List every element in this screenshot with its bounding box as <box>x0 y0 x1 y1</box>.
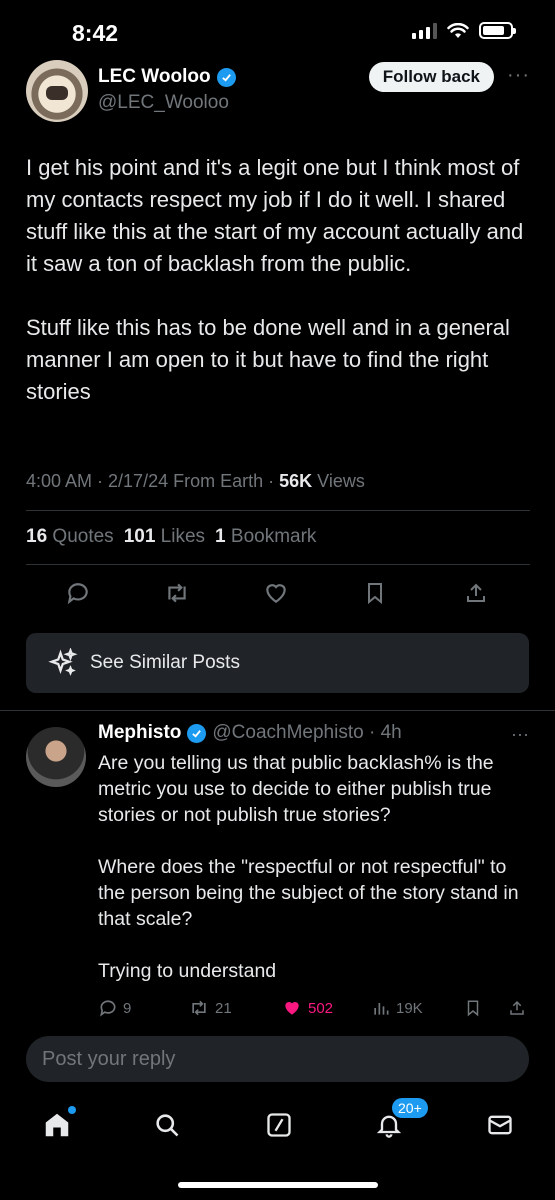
cellular-signal-icon <box>412 22 437 39</box>
nav-grok[interactable] <box>262 1108 296 1142</box>
like-heart-filled-icon <box>285 1002 299 1015</box>
see-similar-label: See Similar Posts <box>90 652 240 673</box>
reply-views-button[interactable]: 19K <box>371 998 423 1018</box>
reply-replies-count: 9 <box>123 999 132 1017</box>
bookmarks-stat[interactable]: 1 Bookmark <box>215 526 316 548</box>
share-icon[interactable] <box>508 998 526 1018</box>
bookmark-icon[interactable] <box>360 578 390 608</box>
tweet-action-bar <box>26 578 530 614</box>
tweet-text: I get his point and it's a legit one but… <box>26 152 526 408</box>
tweet-author-header: LEC Wooloo @LEC_Wooloo Follow back ··· <box>26 58 530 122</box>
reply-views-count: 19K <box>396 999 423 1017</box>
likes-stat[interactable]: 101 Likes <box>124 526 205 548</box>
views-label: Views <box>312 471 365 491</box>
views-chart-icon <box>374 1003 389 1015</box>
share-icon[interactable] <box>461 578 491 608</box>
follow-back-button[interactable]: Follow back <box>368 62 494 92</box>
nav-messages[interactable] <box>483 1108 517 1142</box>
like-heart-icon[interactable] <box>261 578 291 608</box>
verified-badge-icon <box>187 723 207 743</box>
home-icon <box>45 1113 69 1137</box>
status-icons <box>412 22 516 39</box>
bookmark-icon[interactable] <box>464 998 482 1018</box>
views-count: 56K <box>279 471 313 491</box>
verified-badge-icon <box>216 67 236 87</box>
reply-compose-input[interactable]: Post your reply <box>26 1036 529 1082</box>
status-bar: 8:42 <box>0 0 555 60</box>
repost-icon <box>192 1000 206 1016</box>
nav-home[interactable] <box>40 1106 76 1142</box>
mail-icon <box>488 1115 512 1135</box>
divider <box>26 510 530 511</box>
reply-more-options-icon[interactable]: ··· <box>511 724 529 745</box>
wifi-icon <box>447 22 469 38</box>
home-unread-dot <box>68 1106 76 1114</box>
sparkle-icon <box>48 648 78 676</box>
tweet-meta: 4:00 AM · 2/17/24 From Earth · 56K Views <box>26 471 365 492</box>
reply-author-name[interactable]: Mephisto <box>98 722 181 744</box>
author-name[interactable]: LEC Wooloo <box>98 66 211 88</box>
reply-paragraph: Trying to understand <box>98 960 277 982</box>
reply-like-button[interactable]: 502 <box>281 998 333 1018</box>
grok-icon <box>267 1113 291 1137</box>
more-options-icon[interactable]: ··· <box>507 64 530 87</box>
author-avatar[interactable] <box>26 60 88 122</box>
reply-reply-button[interactable]: 9 <box>98 998 131 1018</box>
reply-text: Are you telling us that public backlash%… <box>98 750 533 984</box>
repost-icon[interactable] <box>162 578 192 608</box>
reply-author-avatar[interactable] <box>26 727 86 787</box>
reply-paragraph: Are you telling us that public backlash%… <box>98 752 494 826</box>
reply-handle-time[interactable]: @CoachMephisto · 4h <box>212 722 401 744</box>
battery-icon <box>479 22 516 39</box>
nav-search[interactable] <box>150 1108 184 1142</box>
nav-notifications[interactable]: 20+ <box>372 1098 428 1142</box>
reply-repost-button[interactable]: 21 <box>188 998 232 1018</box>
tweet-paragraph: Stuff like this has to be done well and … <box>26 315 510 404</box>
notifications-badge: 20+ <box>392 1098 428 1118</box>
reply-reposts-count: 21 <box>215 999 232 1017</box>
quotes-stat[interactable]: 16 Quotes <box>26 526 114 548</box>
tweet-paragraph: I get his point and it's a legit one but… <box>26 155 524 276</box>
status-time: 8:42 <box>72 20 119 46</box>
author-name-row[interactable]: LEC Wooloo <box>98 66 236 88</box>
bottom-navigation: 20+ <box>0 1098 555 1160</box>
engagement-stats: 16 Quotes 101 Likes 1 Bookmark <box>26 526 316 548</box>
reply-placeholder: Post your reply <box>42 1047 176 1070</box>
see-similar-posts-button[interactable]: See Similar Posts <box>26 633 529 693</box>
home-indicator[interactable] <box>178 1182 378 1188</box>
author-handle[interactable]: @LEC_Wooloo <box>98 92 229 114</box>
reply-icon <box>100 1000 116 1017</box>
reply-header: Mephisto @CoachMephisto · 4h <box>98 722 402 744</box>
divider <box>26 564 530 565</box>
reply-icon[interactable] <box>63 578 93 608</box>
reply-paragraph: Where does the "respectful or not respec… <box>98 856 519 930</box>
reply-likes-count: 502 <box>308 999 334 1017</box>
search-icon <box>156 1114 179 1137</box>
reply-action-bar: 9 21 502 19K <box>98 998 528 1024</box>
tweet-timestamp[interactable]: 4:00 AM · 2/17/24 From Earth · <box>26 471 279 491</box>
divider <box>0 710 555 711</box>
